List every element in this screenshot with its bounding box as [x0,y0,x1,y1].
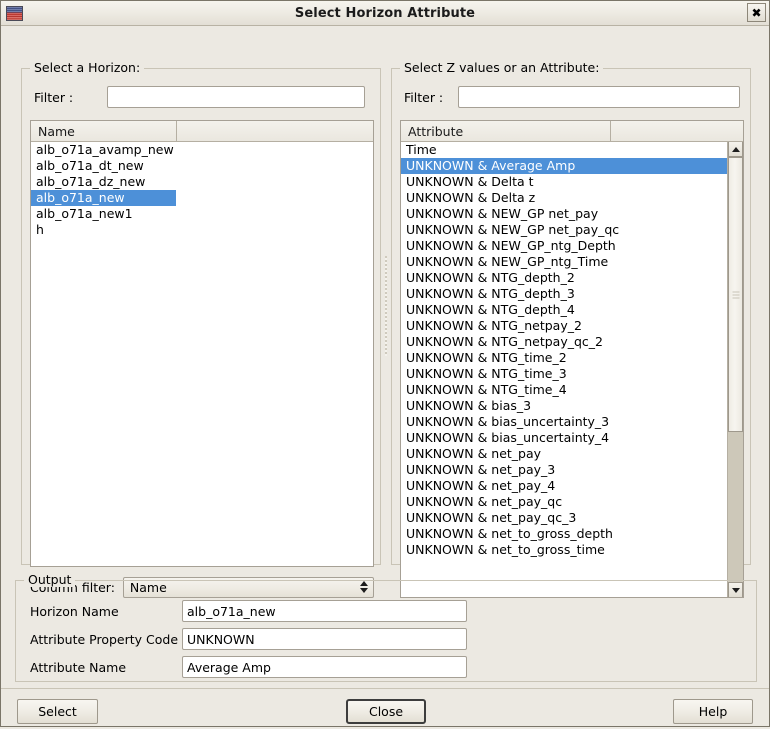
dialog-button-bar: Select Close Help [1,688,769,729]
attribute-table-rows: Time UNKNOWN & Average Amp UNKNOWN & Del… [401,142,743,597]
table-row[interactable]: UNKNOWN & bias_uncertainty_4 [401,430,743,446]
attribute-name-input[interactable] [182,656,467,678]
table-row[interactable]: UNKNOWN & net_pay_qc_3 [401,510,743,526]
attribute-name-row: Attribute Name [30,656,467,678]
close-icon[interactable]: ✖ [747,3,766,22]
table-row[interactable]: alb_o71a_dt_new [31,158,373,174]
select-horizon-group: Select a Horizon: Filter : Name alb_o71a… [21,60,381,598]
right-filter-label: Filter : [404,89,444,105]
close-button[interactable]: Close [346,699,426,724]
attribute-table[interactable]: Attribute Time UNKNOWN & Average Amp UNK… [400,120,744,598]
select-horizon-legend: Select a Horizon: [30,60,145,75]
table-row[interactable]: h [31,222,373,238]
table-row[interactable]: UNKNOWN & NEW_GP_ntg_Time [401,254,743,270]
horizon-table-header: Name [31,121,373,142]
horizon-name-row: Horizon Name [30,600,467,622]
column-header-filler [611,121,743,141]
right-filter-row: Filter : [404,86,740,108]
table-row[interactable]: UNKNOWN & net_to_gross_depth [401,526,743,542]
table-row[interactable]: UNKNOWN & NTG_time_4 [401,382,743,398]
column-header-name[interactable]: Name [31,121,177,141]
table-row[interactable]: UNKNOWN & NEW_GP_ntg_Depth [401,238,743,254]
table-row[interactable]: alb_o71a_new1 [31,206,373,222]
dialog-window: Select Horizon Attribute ✖ Select a Hori… [0,0,770,727]
output-group: Output Horizon Name Attribute Property C… [15,572,757,682]
window-titlebar: Select Horizon Attribute ✖ [1,1,769,26]
table-row[interactable]: UNKNOWN & NTG_netpay_qc_2 [401,334,743,350]
select-attribute-legend: Select Z values or an Attribute: [400,60,604,75]
table-row[interactable]: UNKNOWN & net_pay_3 [401,462,743,478]
horizon-name-label: Horizon Name [30,603,119,619]
panel-splitter-handle[interactable] [382,256,390,356]
table-row[interactable]: UNKNOWN & NEW_GP net_pay [401,206,743,222]
select-attribute-group: Select Z values or an Attribute: Filter … [391,60,751,598]
attribute-filter-input[interactable] [458,86,740,108]
table-row[interactable]: UNKNOWN & net_pay_4 [401,478,743,494]
horizon-table-rows: alb_o71a_avamp_new alb_o71a_dt_new alb_o… [31,142,373,566]
attribute-property-code-row: Attribute Property Code [30,628,467,650]
horizon-filter-input[interactable] [107,86,366,108]
attribute-table-header: Attribute [401,121,743,142]
table-row[interactable]: UNKNOWN & net_pay [401,446,743,462]
table-row[interactable]: UNKNOWN & Delta z [401,190,743,206]
table-row[interactable]: UNKNOWN & NTG_depth_3 [401,286,743,302]
attribute-table-scrollbar[interactable] [727,142,743,597]
table-row[interactable]: UNKNOWN & NTG_depth_4 [401,302,743,318]
table-row[interactable]: UNKNOWN & Delta t [401,174,743,190]
table-row-selected[interactable]: alb_o71a_new [31,190,176,206]
output-legend: Output [24,572,76,587]
dialog-content: Select a Horizon: Filter : Name alb_o71a… [1,26,769,728]
table-row[interactable]: UNKNOWN & net_to_gross_time [401,542,743,558]
table-row[interactable]: alb_o71a_avamp_new [31,142,373,158]
table-row[interactable]: UNKNOWN & bias_uncertainty_3 [401,414,743,430]
column-header-filler [177,121,373,141]
table-row[interactable]: UNKNOWN & NTG_depth_2 [401,270,743,286]
attribute-name-label: Attribute Name [30,659,127,675]
column-header-attribute[interactable]: Attribute [401,121,611,141]
horizon-name-input[interactable] [182,600,467,622]
help-button[interactable]: Help [673,699,753,724]
horizon-table[interactable]: Name alb_o71a_avamp_new alb_o71a_dt_new … [30,120,374,567]
table-row[interactable]: Time [401,142,743,158]
table-row-selected[interactable]: UNKNOWN & Average Amp [401,158,743,174]
table-row[interactable]: alb_o71a_dz_new [31,174,373,190]
left-filter-row: Filter : [34,86,370,108]
table-row[interactable]: UNKNOWN & net_pay_qc [401,494,743,510]
arrow-up-icon [731,146,740,152]
table-row[interactable]: UNKNOWN & NTG_netpay_2 [401,318,743,334]
scrollbar-thumb[interactable] [728,157,743,432]
window-title: Select Horizon Attribute [294,5,476,21]
grip-icon [385,256,387,356]
table-row[interactable]: UNKNOWN & NTG_time_3 [401,366,743,382]
grip-icon [732,291,739,298]
table-row[interactable]: UNKNOWN & bias_3 [401,398,743,414]
select-button[interactable]: Select [17,699,98,724]
left-filter-label: Filter : [34,89,74,105]
table-row[interactable]: UNKNOWN & NEW_GP net_pay_qc [401,222,743,238]
attribute-property-code-input[interactable] [182,628,467,650]
scroll-up-button[interactable] [728,142,743,157]
attribute-property-code-label: Attribute Property Code [30,631,179,647]
table-row[interactable]: UNKNOWN & NTG_time_2 [401,350,743,366]
